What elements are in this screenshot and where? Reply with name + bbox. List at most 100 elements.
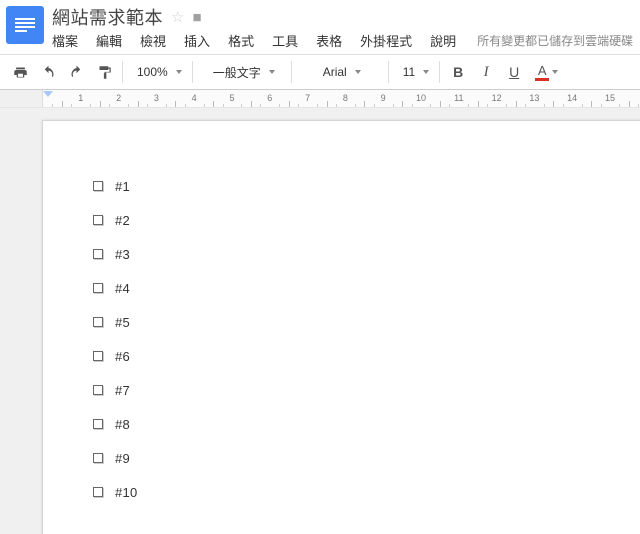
redo-icon <box>69 65 84 80</box>
checkbox-icon[interactable] <box>93 283 103 293</box>
list-item[interactable]: #4 <box>93 271 640 305</box>
checkbox-icon[interactable] <box>93 419 103 429</box>
menu-tools[interactable]: 工具 <box>263 28 307 53</box>
ruler-label: 5 <box>229 93 234 103</box>
ruler-label: 6 <box>267 93 272 103</box>
ruler-label: 15 <box>605 93 615 103</box>
toolbar-separator <box>388 61 389 83</box>
checkbox-icon[interactable] <box>93 215 103 225</box>
menu-table[interactable]: 表格 <box>307 28 351 53</box>
list-item[interactable]: #7 <box>93 373 640 407</box>
print-button[interactable] <box>6 59 34 85</box>
folder-icon[interactable]: ■ <box>192 9 201 26</box>
list-item[interactable]: #10 <box>93 475 640 509</box>
font-size-value: 11 <box>403 65 415 79</box>
list-item[interactable]: #8 <box>93 407 640 441</box>
checkbox-icon[interactable] <box>93 351 103 361</box>
chevron-down-icon <box>269 70 275 74</box>
paint-format-button[interactable] <box>90 59 118 85</box>
list-item-text: #10 <box>115 485 138 500</box>
chevron-down-icon <box>423 70 429 74</box>
document-title[interactable]: 網站需求範本 <box>52 4 163 30</box>
paragraph-style-value: 一般文字 <box>213 64 261 81</box>
paint-roller-icon <box>97 65 112 80</box>
save-status: 所有變更都已儲存到雲端硬碟 <box>477 32 633 49</box>
toolbar-separator <box>192 61 193 83</box>
star-icon[interactable]: ☆ <box>171 8 184 26</box>
ruler-label: 13 <box>529 93 539 103</box>
ruler-label: 3 <box>154 93 159 103</box>
underline-icon: U <box>509 64 519 80</box>
menu-view[interactable]: 檢視 <box>131 28 175 53</box>
list-item-text: #6 <box>115 349 130 364</box>
list-item-text: #7 <box>115 383 130 398</box>
list-item[interactable]: #9 <box>93 441 640 475</box>
checkbox-icon[interactable] <box>93 181 103 191</box>
list-item-text: #8 <box>115 417 130 432</box>
underline-button[interactable]: U <box>500 59 528 85</box>
undo-button[interactable] <box>34 59 62 85</box>
ruler-label: 9 <box>381 93 386 103</box>
ruler-label: 12 <box>492 93 502 103</box>
ruler-label: 14 <box>567 93 577 103</box>
chevron-down-icon <box>176 70 182 74</box>
menu-addons[interactable]: 外掛程式 <box>351 28 421 53</box>
chevron-down-icon <box>355 70 361 74</box>
ruler-label: 8 <box>343 93 348 103</box>
checkbox-icon[interactable] <box>93 487 103 497</box>
toolbar-separator <box>291 61 292 83</box>
text-color-icon: A <box>535 64 549 81</box>
docs-logo-icon <box>15 18 35 32</box>
list-item-text: #2 <box>115 213 130 228</box>
list-item-text: #4 <box>115 281 130 296</box>
menu-bar: 檔案 編輯 檢視 插入 格式 工具 表格 外掛程式 說明 所有變更都已儲存到雲端… <box>52 28 634 52</box>
font-size-dropdown[interactable]: 11 <box>393 59 435 85</box>
document-canvas: #1 #2 #3 #4 #5 #6 #7 #8 #9 #10 <box>0 108 640 534</box>
font-value: Arial <box>323 65 347 79</box>
ruler[interactable]: 12345678910111213141516 <box>0 90 640 108</box>
italic-icon: I <box>484 64 489 81</box>
checkbox-icon[interactable] <box>93 453 103 463</box>
zoom-value: 100% <box>137 65 168 79</box>
paragraph-style-dropdown[interactable]: 一般文字 <box>197 59 287 85</box>
checkbox-icon[interactable] <box>93 249 103 259</box>
ruler-label: 11 <box>454 93 463 103</box>
list-item[interactable]: #2 <box>93 203 640 237</box>
list-item[interactable]: #6 <box>93 339 640 373</box>
checkbox-icon[interactable] <box>93 385 103 395</box>
undo-icon <box>41 65 56 80</box>
ruler-label: 4 <box>192 93 197 103</box>
list-item[interactable]: #1 <box>93 169 640 203</box>
list-item-text: #9 <box>115 451 130 466</box>
toolbar-separator <box>122 61 123 83</box>
font-dropdown[interactable]: Arial <box>296 59 384 85</box>
menu-insert[interactable]: 插入 <box>175 28 219 53</box>
italic-button[interactable]: I <box>472 59 500 85</box>
list-item-text: #1 <box>115 179 130 194</box>
title-block: 網站需求範本 ☆ ■ 檔案 編輯 檢視 插入 格式 工具 表格 外掛程式 說明 … <box>52 6 634 52</box>
toolbar: 100% 一般文字 Arial 11 B I U A <box>0 54 640 90</box>
list-item[interactable]: #5 <box>93 305 640 339</box>
bold-icon: B <box>453 64 463 80</box>
redo-button[interactable] <box>62 59 90 85</box>
zoom-dropdown[interactable]: 100% <box>127 59 188 85</box>
ruler-label: 1 <box>78 93 83 103</box>
toolbar-separator <box>439 61 440 83</box>
checkbox-icon[interactable] <box>93 317 103 327</box>
bold-button[interactable]: B <box>444 59 472 85</box>
indent-marker[interactable] <box>43 91 53 97</box>
docs-logo[interactable] <box>6 6 44 44</box>
print-icon <box>13 65 28 80</box>
menu-edit[interactable]: 編輯 <box>87 28 131 53</box>
list-item[interactable]: #3 <box>93 237 640 271</box>
list-item-text: #5 <box>115 315 130 330</box>
ruler-label: 7 <box>305 93 310 103</box>
document-page[interactable]: #1 #2 #3 #4 #5 #6 #7 #8 #9 #10 <box>42 120 640 534</box>
menu-file[interactable]: 檔案 <box>52 28 87 53</box>
ruler-label: 2 <box>116 93 121 103</box>
ruler-label: 10 <box>416 93 426 103</box>
menu-format[interactable]: 格式 <box>219 28 263 53</box>
chevron-down-icon <box>552 70 558 74</box>
menu-help[interactable]: 說明 <box>421 28 465 53</box>
list-item-text: #3 <box>115 247 130 262</box>
